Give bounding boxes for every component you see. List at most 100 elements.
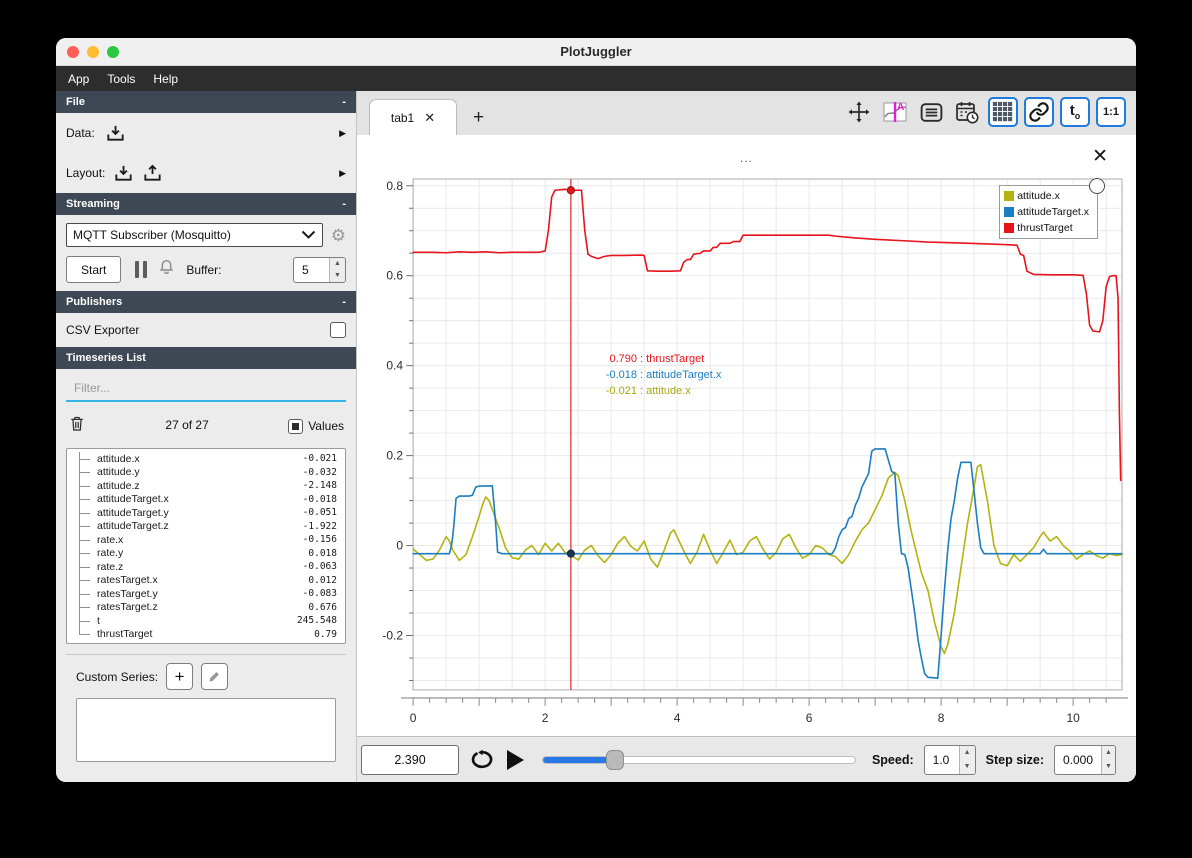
tab-close-icon[interactable]: ✕ <box>424 110 435 126</box>
csv-exporter-label: CSV Exporter <box>66 323 140 337</box>
pause-icon[interactable] <box>135 261 148 278</box>
ratio-1-1-icon[interactable]: 1:1 <box>1096 97 1126 127</box>
series-name[interactable]: ratesTarget.y <box>97 588 158 600</box>
svg-text:6: 6 <box>806 711 813 725</box>
buffer-spinbox[interactable]: 5 ▲ ▼ <box>293 256 346 283</box>
slider-thumb[interactable] <box>605 749 624 770</box>
time-offset-icon[interactable]: to <box>1060 97 1090 127</box>
play-button[interactable] <box>507 749 524 770</box>
section-header-file: File - <box>56 91 356 113</box>
pan-zoom-arrows-icon[interactable] <box>844 97 874 127</box>
current-time-field[interactable]: 2.390 <box>361 744 459 775</box>
tree-branch-icon <box>79 573 94 588</box>
tree-branch-icon <box>79 560 94 574</box>
csv-exporter-checkbox[interactable] <box>330 322 346 338</box>
series-name[interactable]: ratesTarget.x <box>97 574 158 586</box>
file-section-body: Data: ▶ Layout: ▶ <box>56 113 356 193</box>
streaming-settings-gear-icon[interactable]: ⚙ <box>331 227 346 244</box>
chart-canvas[interactable]: -0.2 0 0.2 0.4 0.6 0.8 0 2 4 6 8 10 <box>363 167 1130 734</box>
timeseries-row[interactable]: thrustTarget 0.79 <box>79 627 345 642</box>
svg-text:A: A <box>897 102 904 113</box>
series-name[interactable]: t <box>97 615 100 627</box>
tab-tab1[interactable]: tab1 ✕ <box>369 99 457 135</box>
custom-series-label: Custom Series: <box>76 669 159 684</box>
legend-item[interactable]: attitudeTarget.x <box>1004 206 1089 218</box>
legend-knob-icon[interactable] <box>1089 178 1105 194</box>
buffer-spin-arrows[interactable]: ▲ ▼ <box>329 257 345 282</box>
legend-item[interactable]: thrustTarget <box>1004 222 1089 234</box>
step-spin-arrows[interactable]: ▲ ▼ <box>1101 745 1115 774</box>
timeseries-row[interactable]: ratesTarget.z 0.676 <box>79 600 345 615</box>
link-axes-icon[interactable] <box>1024 97 1054 127</box>
series-name[interactable]: attitude.y <box>97 466 140 478</box>
splitter-dots[interactable]: ... <box>357 151 1136 165</box>
series-name[interactable]: attitudeTarget.z <box>97 520 169 532</box>
grid-layout-icon[interactable] <box>988 97 1018 127</box>
series-name[interactable]: ratesTarget.z <box>97 601 158 613</box>
trigger-marker-icon[interactable]: A <box>880 97 910 127</box>
timeseries-row[interactable]: ratesTarget.x 0.012 <box>79 573 345 588</box>
series-name[interactable]: attitude.x <box>97 453 140 465</box>
series-value: 0.676 <box>308 601 337 613</box>
series-name[interactable]: attitudeTarget.x <box>97 493 169 505</box>
legend-list-icon[interactable] <box>916 97 946 127</box>
timeseries-row[interactable]: attitude.y -0.032 <box>79 465 345 480</box>
series-name[interactable]: thrustTarget <box>97 628 152 640</box>
layout-expand-arrow[interactable]: ▶ <box>339 168 346 179</box>
timeline-slider[interactable] <box>542 749 856 770</box>
datetime-format-icon[interactable] <box>952 97 982 127</box>
custom-series-list[interactable] <box>76 698 336 762</box>
plot-widget[interactable]: ... ✕ -0.2 0 0.2 0.4 0.6 0.8 0 2 4 6 8 10 attitude.… <box>357 135 1136 736</box>
timeseries-row[interactable]: ratesTarget.y -0.083 <box>79 587 345 601</box>
save-layout-icon[interactable] <box>142 163 163 184</box>
start-streaming-button[interactable]: Start <box>66 256 122 283</box>
add-custom-series-button[interactable]: + <box>166 663 194 690</box>
timeseries-row[interactable]: rate.z -0.063 <box>79 560 345 574</box>
load-layout-icon[interactable] <box>113 163 134 184</box>
timeseries-row[interactable]: rate.x -0.156 <box>79 533 345 547</box>
delete-series-trash-icon[interactable] <box>68 414 86 438</box>
timeseries-row[interactable]: attitude.z -2.148 <box>79 479 345 493</box>
tree-branch-icon <box>79 492 94 507</box>
streaming-source-select[interactable]: MQTT Subscriber (Mosquitto) <box>66 223 323 247</box>
filter-input[interactable] <box>66 377 346 402</box>
speed-spin-arrows[interactable]: ▲ ▼ <box>958 745 975 774</box>
timeseries-row[interactable]: attitudeTarget.z -1.922 <box>79 519 345 534</box>
loop-icon[interactable] <box>469 749 495 771</box>
svg-text:0.4: 0.4 <box>386 359 403 373</box>
edit-custom-series-button[interactable] <box>201 663 229 690</box>
series-name[interactable]: attitudeTarget.y <box>97 507 169 519</box>
notifications-bell-icon[interactable] <box>157 257 176 282</box>
step-size-label: Step size: <box>985 752 1044 767</box>
values-checkbox[interactable] <box>288 418 304 434</box>
timeseries-row[interactable]: rate.y 0.018 <box>79 546 345 561</box>
series-value: 0.018 <box>308 547 337 559</box>
speed-spinbox[interactable]: 1.0 ▲ ▼ <box>923 744 976 775</box>
plot-close-icon[interactable]: ✕ <box>1092 147 1108 166</box>
data-expand-arrow[interactable]: ▶ <box>339 128 346 139</box>
timeseries-row[interactable]: attitudeTarget.y -0.051 <box>79 506 345 520</box>
timeseries-row[interactable]: attitude.x -0.021 <box>79 452 345 466</box>
menu-help[interactable]: Help <box>153 72 178 86</box>
menu-tools[interactable]: Tools <box>107 72 135 86</box>
series-value: 0.012 <box>308 574 337 586</box>
sidebar: File - Data: ▶ Layout: ▶ Streaming - MQT… <box>56 91 357 782</box>
collapse-publishers-button[interactable]: - <box>342 296 346 308</box>
add-tab-button[interactable]: + <box>473 107 484 129</box>
legend-item[interactable]: attitude.x <box>1004 190 1089 202</box>
series-name[interactable]: rate.x <box>97 534 123 546</box>
step-size-spinbox[interactable]: 0.000 ▲ ▼ <box>1054 744 1116 775</box>
series-name[interactable]: rate.y <box>97 547 123 559</box>
collapse-streaming-button[interactable]: - <box>342 198 346 210</box>
series-name[interactable]: rate.z <box>97 561 123 573</box>
load-data-icon[interactable] <box>105 123 126 144</box>
menu-app[interactable]: App <box>68 72 89 86</box>
timeseries-row[interactable]: t 245.548 <box>79 614 345 628</box>
tree-branch-icon <box>79 627 94 642</box>
series-value: -0.018 <box>302 493 337 505</box>
chart-legend[interactable]: attitude.x attitudeTarget.x thrustTarget <box>999 178 1105 239</box>
speed-value: 1.0 <box>932 752 950 767</box>
timeseries-row[interactable]: attitudeTarget.x -0.018 <box>79 492 345 507</box>
collapse-file-button[interactable]: - <box>342 96 346 108</box>
series-name[interactable]: attitude.z <box>97 480 140 492</box>
